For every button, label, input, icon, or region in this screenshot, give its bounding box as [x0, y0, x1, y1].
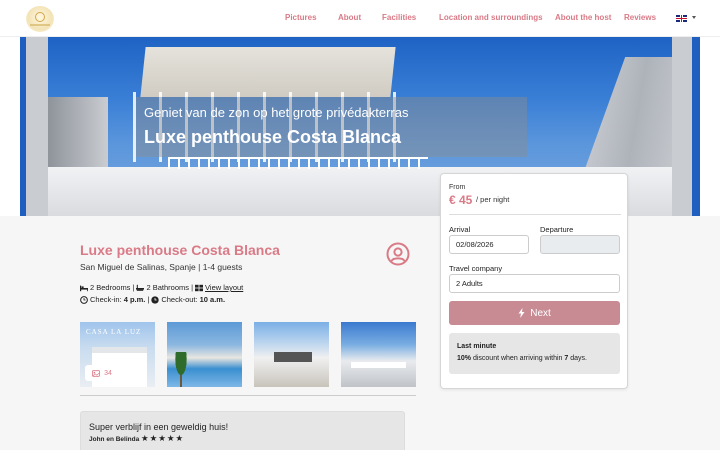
last-minute-box: Last minute 10% discount when arriving w… — [449, 333, 620, 374]
review-text: Super verblijf in een geweldig huis! — [89, 422, 229, 432]
review-author: John en Belinda — [89, 436, 140, 443]
bath-icon — [136, 284, 145, 291]
from-label: From — [449, 184, 466, 191]
gallery-thumb-2[interactable] — [167, 322, 242, 387]
check-times: Check-in: 4 p.m. | Check-out: 10 a.m. — [80, 295, 225, 304]
property-title: Luxe penthouse Costa Blanca — [80, 242, 280, 258]
booking-card: From € 45 / per night Arrival 02/08/2026… — [440, 173, 628, 389]
uk-flag-icon[interactable] — [676, 15, 687, 22]
navbar: Pictures About Facilities Location and s… — [0, 0, 720, 37]
clock-filled-icon — [151, 295, 160, 304]
arrival-input[interactable]: 02/08/2026 — [449, 235, 529, 254]
nav-facilities[interactable]: Facilities — [382, 13, 416, 22]
view-layout-link[interactable]: View layout — [205, 283, 243, 292]
user-circle-icon[interactable] — [386, 242, 410, 266]
card-divider — [449, 214, 621, 215]
images-icon — [92, 369, 101, 377]
hero-subtitle: Geniet van de zon op het grote privédakt… — [144, 105, 409, 120]
departure-input[interactable] — [540, 235, 620, 254]
review-stars: ★ ★ ★ ★ ★ — [141, 434, 183, 444]
checkout-label: Check-out: — [161, 295, 198, 304]
check-separator: | — [147, 295, 150, 304]
bolt-icon — [518, 308, 525, 318]
bedrooms-text: 2 Bedrooms | — [90, 283, 135, 292]
star-icon: ★ — [166, 434, 175, 444]
star-icon: ★ — [175, 434, 184, 444]
checkin-label: Check-in: — [90, 295, 122, 304]
next-label: Next — [530, 307, 551, 319]
price: € 45 — [449, 193, 473, 207]
thumb-caption: CASA LA LUZ — [86, 328, 142, 336]
nav-pictures[interactable]: Pictures — [285, 13, 317, 22]
nav-about-host[interactable]: About the host — [555, 13, 611, 22]
hero-side-left — [0, 37, 48, 216]
travel-company-label: Travel company — [449, 264, 503, 273]
next-button[interactable]: Next — [449, 301, 620, 325]
layout-grid-icon — [195, 284, 204, 291]
star-icon: ★ — [141, 434, 149, 444]
gallery-thumb-3[interactable] — [254, 322, 329, 387]
last-minute-title: Last minute — [457, 343, 497, 350]
nav-location[interactable]: Location and surroundings — [439, 13, 543, 22]
bathrooms-text: 2 Bathrooms | — [146, 283, 194, 292]
gallery-thumb-4[interactable] — [341, 322, 416, 387]
nav-about[interactable]: About — [338, 13, 361, 22]
hero-title: Luxe penthouse Costa Blanca — [144, 127, 402, 147]
star-icon: ★ — [149, 434, 158, 444]
photo-count: 34 — [104, 369, 112, 377]
arrival-label: Arrival — [449, 225, 471, 234]
checkout-time: 10 a.m. — [199, 295, 226, 304]
nav-reviews[interactable]: Reviews — [624, 13, 656, 22]
review-card: Super verblijf in een geweldig huis! Joh… — [80, 411, 405, 450]
hero-side-right — [672, 37, 720, 216]
logo[interactable] — [26, 6, 54, 32]
last-minute-text: 10% discount when arriving within 7 days… — [457, 355, 587, 362]
property-location: San Miguel de Salinas, Spanje | 1-4 gues… — [80, 262, 243, 272]
per-night-label: / per night — [476, 195, 510, 204]
divider — [80, 395, 416, 396]
clock-icon — [80, 295, 88, 304]
checkin-time: 4 p.m. — [123, 295, 146, 304]
property-features: 2 Bedrooms | 2 Bathrooms | View layout — [80, 283, 243, 292]
departure-label: Departure — [540, 225, 574, 234]
star-icon: ★ — [158, 434, 166, 444]
bed-icon — [80, 285, 88, 291]
travel-company-select[interactable]: 2 Adults — [449, 274, 620, 293]
chevron-down-icon[interactable] — [692, 16, 696, 19]
photo-count-badge[interactable]: 34 — [85, 365, 119, 381]
